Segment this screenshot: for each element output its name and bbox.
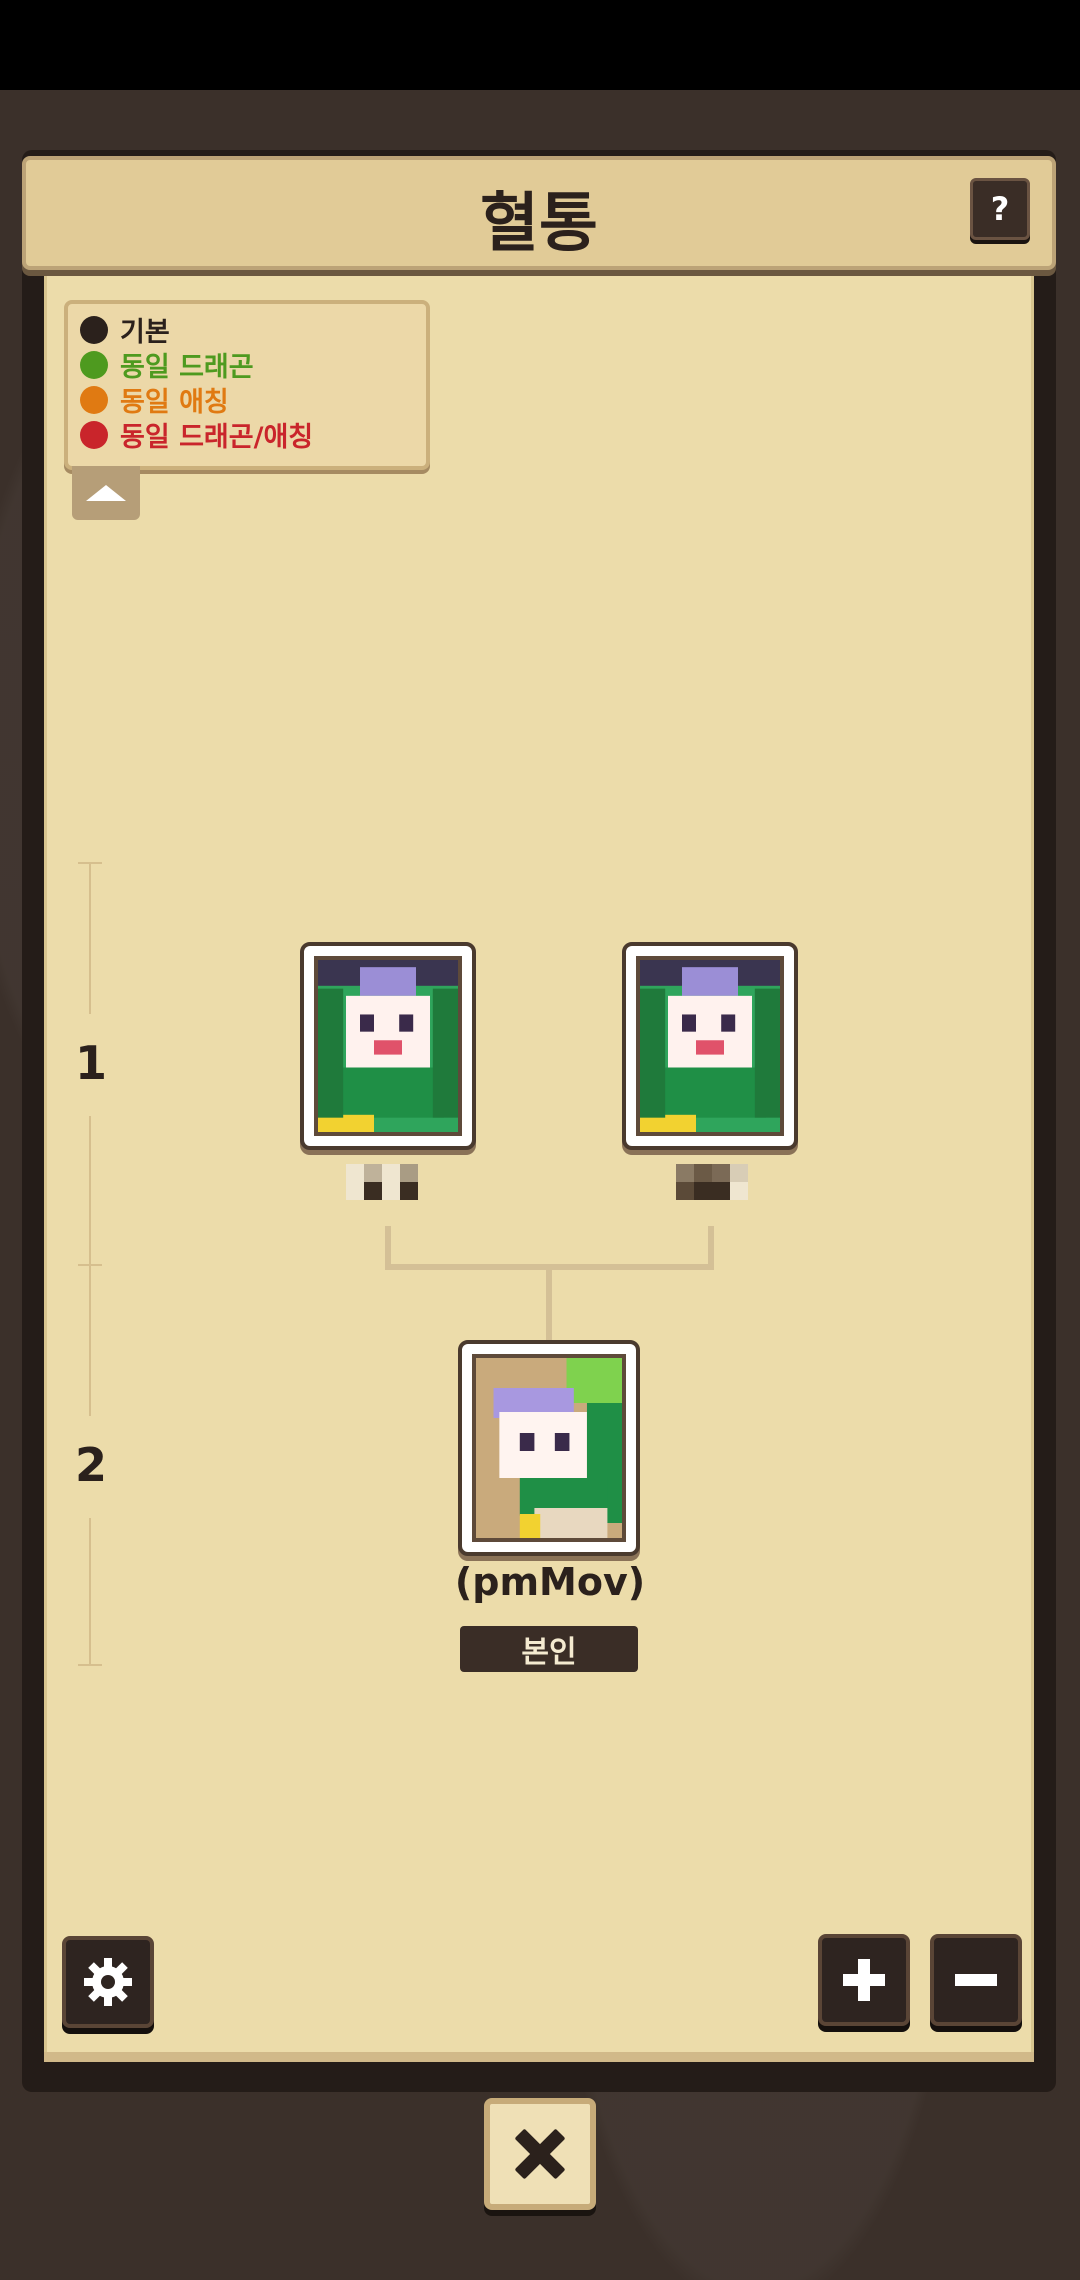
legend-label: 기본 <box>120 317 170 348</box>
tree-canvas[interactable] <box>44 270 1034 2060</box>
status-bar <box>0 0 1080 90</box>
plus-icon <box>843 1959 885 2001</box>
self-name: (pmMov) <box>454 1560 646 1604</box>
self-card[interactable] <box>458 1340 640 1556</box>
ruler-line <box>89 1266 91 1416</box>
legend-item-same-dragon: 동일 드래곤 <box>80 347 426 383</box>
parent-name-1 <box>346 1164 418 1200</box>
dragon-portrait-icon <box>636 956 784 1136</box>
legend-item-same-both: 동일 드래곤/애칭 <box>80 417 426 453</box>
help-icon: ? <box>990 190 1010 228</box>
legend-dot <box>80 350 108 379</box>
title-bar: 혈통 ? <box>22 156 1056 270</box>
ruler-line <box>89 1518 91 1664</box>
legend-collapse-button[interactable] <box>72 466 140 520</box>
legend-panel: 기본 동일 드래곤 동일 애칭 동일 드래곤/애칭 <box>64 300 430 470</box>
parent-card-1[interactable] <box>300 942 476 1150</box>
minus-icon <box>955 1974 997 1986</box>
generation-label-2: 2 <box>74 1438 107 1492</box>
legend-item-same-nickname: 동일 애칭 <box>80 382 426 418</box>
ruler-line <box>89 864 91 1014</box>
legend-dot <box>80 420 108 449</box>
legend-item-basic: 기본 <box>80 312 426 348</box>
parent-name-2 <box>676 1164 748 1200</box>
legend-dot <box>80 385 108 414</box>
self-badge: 본인 <box>460 1626 638 1672</box>
page-title: 혈통 <box>480 187 598 261</box>
ruler-line <box>89 1116 91 1264</box>
gear-icon <box>84 1958 132 2006</box>
dragon-portrait-icon <box>472 1354 626 1542</box>
parent-card-2[interactable] <box>622 942 798 1150</box>
legend-label: 동일 애칭 <box>120 387 229 418</box>
legend-dot <box>80 315 108 344</box>
ruler-tick <box>78 1664 102 1666</box>
settings-button[interactable] <box>62 1936 154 2028</box>
dragon-portrait-icon <box>314 956 462 1136</box>
zoom-in-button[interactable] <box>818 1934 910 2026</box>
chevron-up-icon <box>86 485 126 501</box>
legend-label: 동일 드래곤/애칭 <box>120 422 314 453</box>
generation-label-1: 1 <box>74 1036 107 1090</box>
paper-edge <box>44 2052 1034 2062</box>
legend-label: 동일 드래곤 <box>120 352 254 383</box>
connector-line <box>546 1266 552 1342</box>
close-button[interactable] <box>484 2098 596 2210</box>
zoom-out-button[interactable] <box>930 1934 1022 2026</box>
close-icon <box>515 2129 565 2179</box>
help-button[interactable]: ? <box>970 178 1030 240</box>
